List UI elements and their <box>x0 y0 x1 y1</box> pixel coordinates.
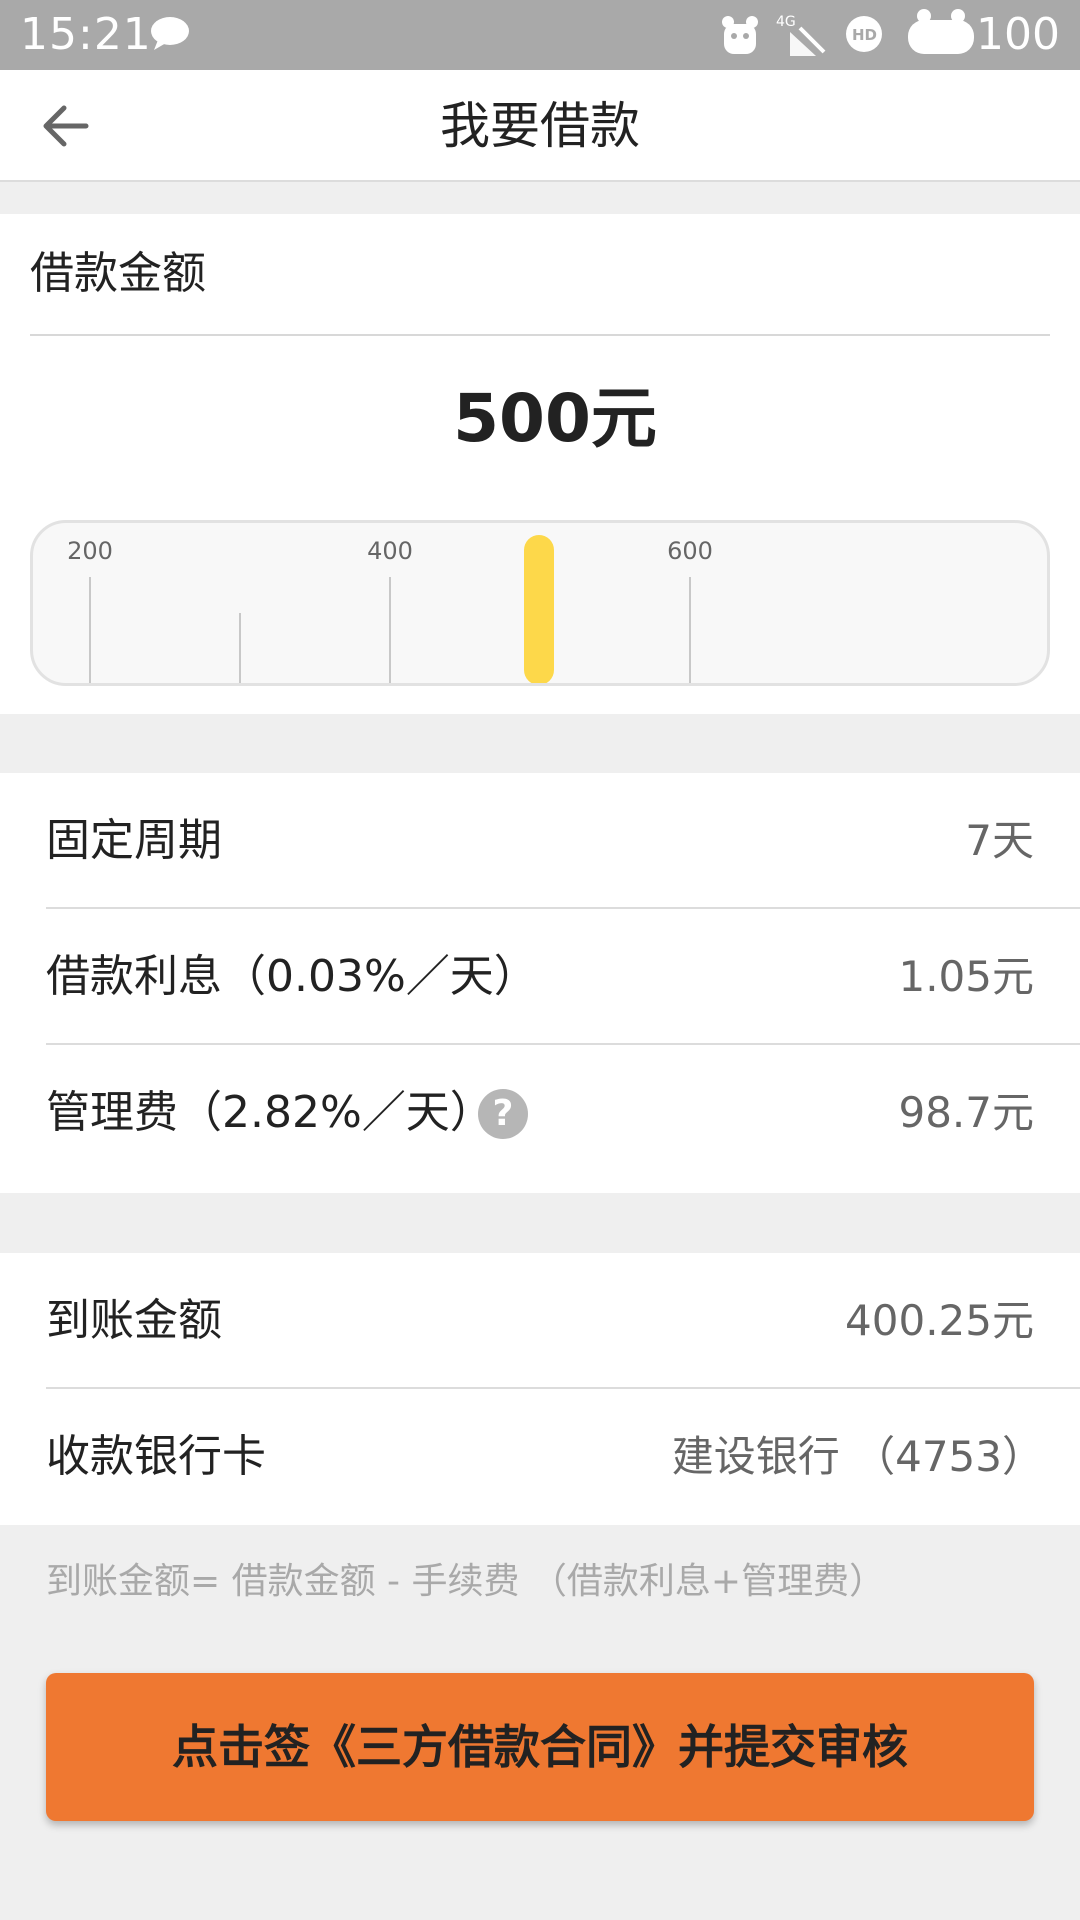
svg-text:4G: 4G <box>776 14 796 30</box>
interest-value: 1.05元 <box>898 952 1034 1001</box>
bank-card-row[interactable]: 收款银行卡 建设银行 （4753） <box>0 1389 1080 1525</box>
major-tick <box>389 577 391 683</box>
svg-text:HD: HD <box>852 26 877 44</box>
tick-label-200: 200 <box>67 537 113 565</box>
message-icon <box>150 16 190 52</box>
page-title: 我要借款 <box>440 97 640 155</box>
fee-details-group: 固定周期 7天 借款利息（0.03%／天） 1.05元 管理费（2.82%／天）… <box>0 773 1080 1193</box>
loan-amount-card: 借款金额 500元 200 400 600 <box>0 214 1080 714</box>
received-amount-value: 400.25元 <box>845 1296 1034 1345</box>
loan-amount-label: 借款金额 <box>30 248 206 299</box>
hd-icon: HD <box>844 14 884 58</box>
list-item: 到账金额 400.25元 <box>0 1253 1080 1389</box>
major-tick <box>89 577 91 683</box>
status-bar: 15:21 4G HD 100 <box>0 0 1080 70</box>
battery-level: 100 <box>976 9 1060 60</box>
pet-notification-icon <box>718 12 762 62</box>
help-icon[interactable]: ? <box>478 1089 528 1139</box>
slider-handle[interactable] <box>524 535 554 683</box>
tick-label-600: 600 <box>667 537 713 565</box>
management-fee-value: 98.7元 <box>898 1088 1034 1137</box>
submit-contract-button[interactable]: 点击签《三方借款合同》并提交审核 <box>46 1673 1034 1821</box>
list-item: 固定周期 7天 <box>0 773 1080 909</box>
received-amount-label: 到账金额 <box>46 1295 222 1346</box>
bank-card-value: 建设银行 （4753） <box>671 1432 1044 1481</box>
major-tick <box>689 577 691 683</box>
amount-slider[interactable]: 200 400 600 <box>30 520 1050 686</box>
status-time: 15:21 <box>20 9 152 60</box>
bank-card-label: 收款银行卡 <box>46 1431 266 1482</box>
formula-note: 到账金额= 借款金额 - 手续费 （借款利息+管理费） <box>46 1561 886 1602</box>
list-item: 借款利息（0.03%／天） 1.05元 <box>0 909 1080 1045</box>
management-fee-label: 管理费（2.82%／天） <box>46 1087 494 1138</box>
period-label: 固定周期 <box>46 815 222 866</box>
payout-group: 到账金额 400.25元 收款银行卡 建设银行 （4753） <box>0 1253 1080 1525</box>
loan-amount-value: 500元 <box>453 380 657 457</box>
tick-label-400: 400 <box>367 537 413 565</box>
period-value: 7天 <box>965 816 1034 865</box>
app-header: 我要借款 <box>0 70 1080 182</box>
list-item: 管理费（2.82%／天） ? 98.7元 <box>0 1045 1080 1181</box>
divider <box>30 334 1050 336</box>
4g-signal-icon: 4G <box>776 12 826 62</box>
minor-tick <box>239 613 241 683</box>
battery-icon <box>904 6 978 60</box>
interest-label: 借款利息（0.03%／天） <box>46 951 538 1002</box>
